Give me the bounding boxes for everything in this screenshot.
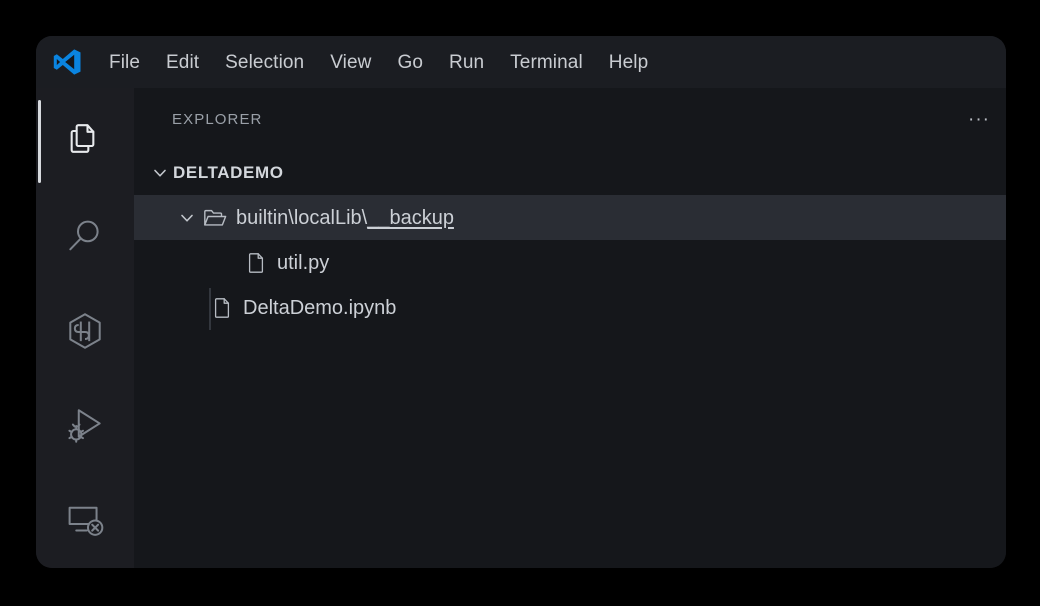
tree-row-folder-backup[interactable]: builtin\localLib\ __backup — [134, 195, 1006, 240]
menu-item-help[interactable]: Help — [596, 46, 661, 79]
active-indicator — [38, 290, 41, 373]
menu-bar: File Edit Selection View Go Run Terminal… — [96, 36, 661, 88]
explorer-header: EXPLORER ··· — [134, 88, 1006, 150]
active-indicator — [38, 384, 41, 467]
menu-item-run[interactable]: Run — [436, 46, 497, 79]
source-control-icon — [64, 310, 106, 352]
more-actions-button[interactable]: ··· — [962, 106, 996, 133]
vscode-window: File Edit Selection View Go Run Terminal… — [36, 36, 1006, 568]
chevron-down-icon[interactable] — [147, 163, 173, 183]
active-indicator — [38, 195, 41, 278]
files-icon — [65, 121, 105, 161]
run-debug-icon — [63, 404, 107, 448]
tree-row-label: DELTADEMO — [173, 163, 284, 182]
remote-explorer-icon — [64, 500, 106, 542]
menu-item-go[interactable]: Go — [384, 46, 436, 79]
menu-item-file[interactable]: File — [96, 46, 153, 79]
folder-open-icon — [200, 205, 230, 231]
title-bar: File Edit Selection View Go Run Terminal… — [36, 36, 1006, 88]
folder-path-suffix: __backup — [367, 206, 454, 229]
tree-row-file-deltademo-ipynb[interactable]: DeltaDemo.ipynb — [134, 285, 1006, 330]
folder-path-prefix: builtin\localLib\ — [236, 206, 368, 229]
tree-indent-guide — [209, 288, 211, 330]
tree-row-root-deltademo[interactable]: DELTADEMO — [134, 150, 1006, 195]
window-body: EXPLORER ··· DELTADEMO builtin\localLib\… — [36, 88, 1006, 568]
menu-item-view[interactable]: View — [317, 46, 384, 79]
search-icon — [64, 215, 106, 257]
vscode-logo-icon — [50, 45, 84, 79]
explorer-title: EXPLORER — [172, 110, 263, 128]
active-indicator — [38, 479, 41, 562]
activity-item-explorer[interactable] — [36, 94, 134, 189]
chevron-down-icon[interactable] — [174, 208, 200, 228]
tree-row-label: DeltaDemo.ipynb — [243, 296, 397, 319]
menu-item-edit[interactable]: Edit — [153, 46, 212, 79]
menu-item-terminal[interactable]: Terminal — [497, 46, 596, 79]
file-icon — [242, 251, 270, 275]
file-tree: DELTADEMO builtin\localLib\ __backup uti… — [134, 150, 1006, 568]
activity-item-run-and-debug[interactable] — [36, 378, 134, 473]
activity-item-source-control[interactable] — [36, 284, 134, 379]
file-icon — [208, 296, 236, 320]
tree-row-label: util.py — [277, 251, 330, 274]
active-indicator — [38, 100, 41, 183]
tree-row-file-util-py[interactable]: util.py — [134, 240, 1006, 285]
explorer-sidebar: EXPLORER ··· DELTADEMO builtin\localLib\… — [134, 88, 1006, 568]
activity-item-search[interactable] — [36, 189, 134, 284]
activity-item-remote-explorer[interactable] — [36, 473, 134, 568]
tree-row-label: builtin\localLib\ __backup — [236, 208, 454, 228]
menu-item-selection[interactable]: Selection — [212, 46, 317, 79]
activity-bar — [36, 88, 134, 568]
